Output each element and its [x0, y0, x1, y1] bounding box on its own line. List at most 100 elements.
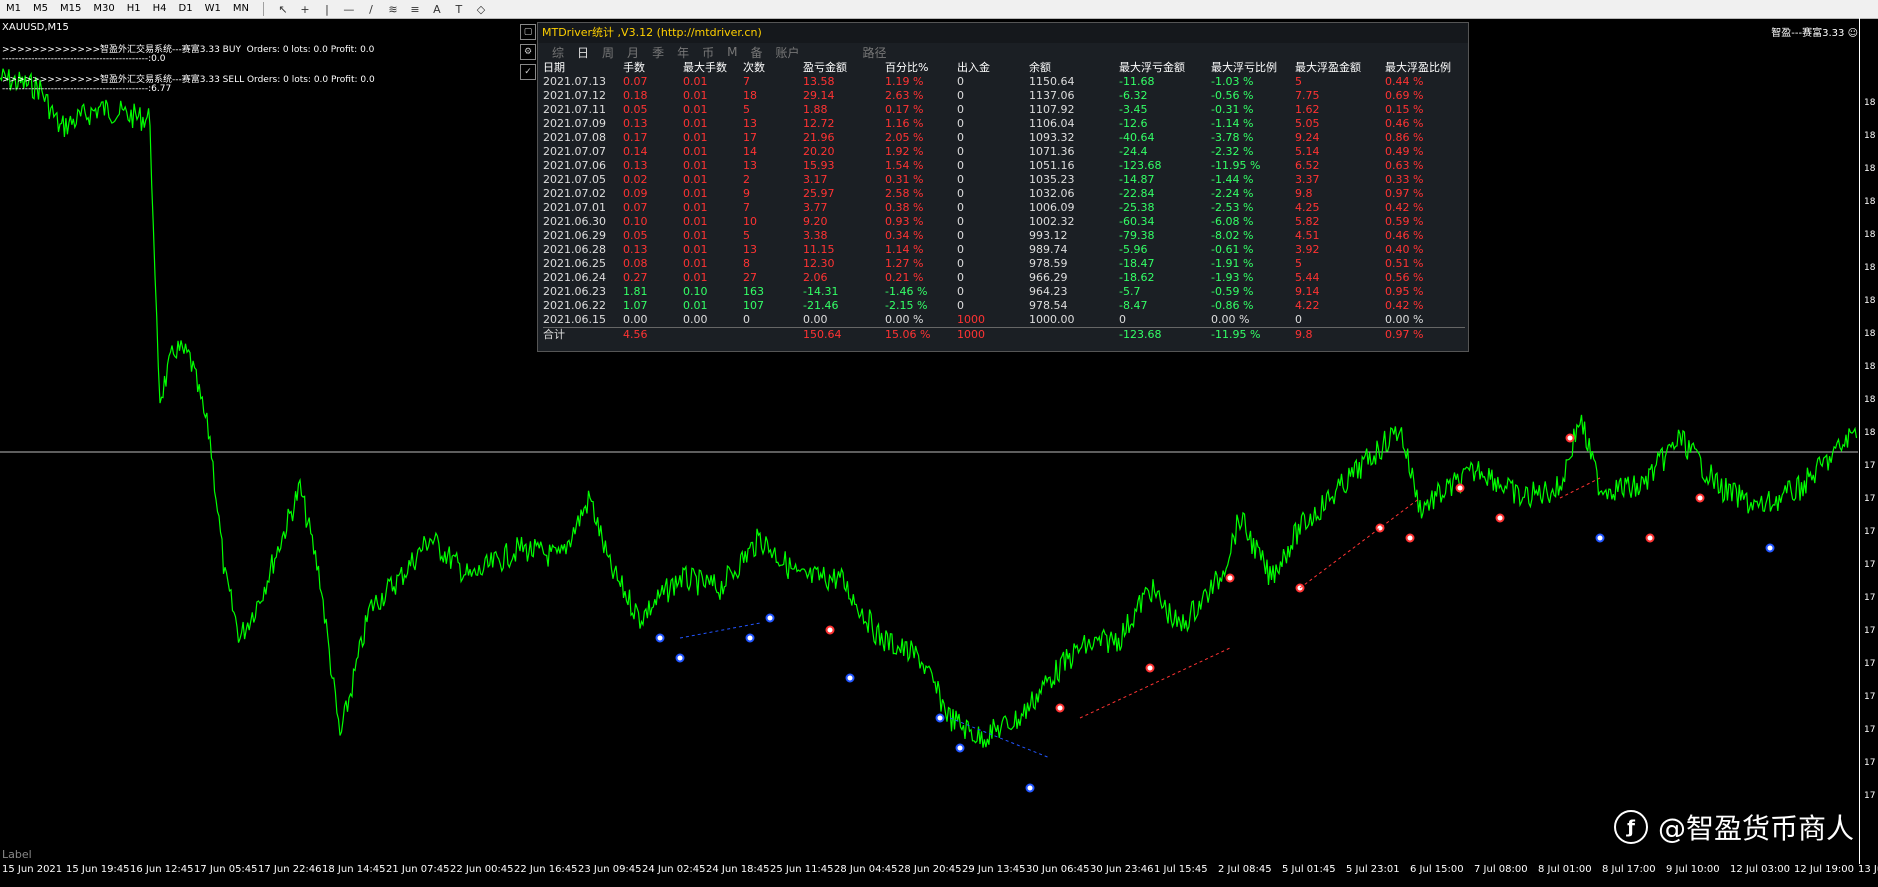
table-row[interactable]: 2021.07.07 0.14 0.01 14 20.20 1.92 % 0 1071.36 -… [543, 145, 1465, 159]
column-header: 最大浮盈金额 [1295, 61, 1361, 74]
table-cell: 0 [957, 173, 964, 186]
tab-1[interactable]: 日 [577, 44, 589, 61]
table-cell: 2021.07.11 [543, 103, 606, 116]
table-row[interactable]: 2021.07.06 0.13 0.01 13 15.93 1.54 % 0 1051.16 -… [543, 159, 1465, 173]
table-cell: 18 [743, 89, 757, 102]
price-tick-label: 18 [1864, 131, 1876, 141]
table-row[interactable]: 2021.07.13 0.07 0.01 7 13.58 1.19 % 0 1150.64 -1… [543, 75, 1465, 89]
table-row[interactable]: 2021.07.01 0.07 0.01 7 3.77 0.38 % 0 1006.09 -25… [543, 201, 1465, 215]
table-row[interactable]: 2021.07.12 0.18 0.01 18 29.14 2.63 % 0 1137.06 -… [543, 89, 1465, 103]
time-tick-label: 29 Jun 13:45 [962, 864, 1026, 875]
settings-icon[interactable]: ⚙ [520, 44, 536, 60]
table-cell: 0.01 [683, 271, 708, 284]
time-tick-label: 2 Jul 08:45 [1218, 864, 1272, 875]
table-cell: 1.19 % [885, 75, 924, 88]
tab-10[interactable]: 路径 [863, 44, 887, 61]
trade-link-line [1299, 497, 1421, 589]
tab-5[interactable]: 年 [677, 44, 689, 61]
tab-8[interactable]: 备 [750, 44, 762, 61]
trade-marker [675, 653, 685, 663]
table-row[interactable]: 2021.06.23 1.81 0.10 163 -14.31 -1.46 % 0 964.2… [543, 285, 1465, 299]
timeframe-m30[interactable]: M30 [87, 0, 120, 18]
text-icon[interactable]: A [426, 0, 448, 18]
tab-7[interactable]: M [727, 45, 737, 59]
ea-label: 智盈---赛富3.33 ☺ [1771, 28, 1858, 39]
label-icon[interactable]: T [448, 0, 470, 18]
timeframe-d1[interactable]: D1 [173, 0, 199, 18]
price-tick-label: 18 [1864, 263, 1876, 273]
timeframe-m15[interactable]: M15 [54, 0, 87, 18]
table-row[interactable]: 2021.07.09 0.13 0.01 13 12.72 1.16 % 0 1106.04 -… [543, 117, 1465, 131]
table-cell: 964.23 [1029, 285, 1068, 298]
fibo-icon[interactable]: ≋ [382, 0, 404, 18]
table-cell: -8.02 % [1211, 229, 1254, 242]
table-cell: 0.40 % [1385, 243, 1424, 256]
table-cell: 2 [743, 173, 750, 186]
table-cell: 0 [957, 243, 964, 256]
table-row[interactable]: 2021.07.02 0.09 0.01 9 25.97 2.58 % 0 1032.06 -2… [543, 187, 1465, 201]
timeframe-h4[interactable]: H4 [147, 0, 173, 18]
timeframe-mn[interactable]: MN [227, 0, 255, 18]
table-cell: 4.25 [1295, 201, 1320, 214]
shapes-icon[interactable]: ◇ [470, 0, 492, 18]
timeframe-m1[interactable]: M1 [0, 0, 27, 18]
total-cell: -123.68 [1119, 328, 1162, 341]
table-cell: 1.81 [623, 285, 648, 298]
table-row[interactable]: 2021.06.28 0.13 0.01 13 11.15 1.14 % 0 989.74 -5… [543, 243, 1465, 257]
tab-0[interactable]: 综 [552, 44, 564, 61]
hline-icon[interactable]: — [338, 0, 360, 18]
table-cell: -2.15 % [885, 299, 928, 312]
table-cell: 2021.07.12 [543, 89, 606, 102]
table-cell: 0.93 % [885, 215, 924, 228]
total-row: 合计 4.56 150.64 15.06 % 1000 -123.68 -11.95 % 9.… [543, 327, 1465, 343]
time-tick-label: 22 Jun 00:45 [450, 864, 514, 875]
table-cell: 29.14 [803, 89, 835, 102]
table-row[interactable]: 2021.07.08 0.17 0.01 17 21.96 2.05 % 0 1093.32 -… [543, 131, 1465, 145]
table-cell: 1093.32 [1029, 131, 1075, 144]
trade-marker [1145, 663, 1155, 673]
trade-marker [1645, 533, 1655, 543]
timeframe-h1[interactable]: H1 [121, 0, 147, 18]
time-tick-label: 17 Jun 05:45 [194, 864, 258, 875]
table-cell: 0.97 % [1385, 187, 1424, 200]
trendline-icon[interactable]: / [360, 0, 382, 18]
time-tick-label: 6 Jul 15:00 [1410, 864, 1464, 875]
table-cell: 966.29 [1029, 271, 1068, 284]
collapse-icon[interactable]: ▢ [520, 24, 536, 40]
table-cell: 21.96 [803, 131, 835, 144]
tab-3[interactable]: 月 [627, 44, 639, 61]
table-row[interactable]: 2021.06.22 1.07 0.01 107 -21.46 -2.15 % 0 978.5… [543, 299, 1465, 313]
table-cell: 0 [957, 201, 964, 214]
total-cell: -11.95 % [1211, 328, 1261, 341]
table-cell: 0.42 % [1385, 299, 1424, 312]
table-cell: 1002.32 [1029, 215, 1075, 228]
table-row[interactable]: 2021.06.24 0.27 0.01 27 2.06 0.21 % 0 966.29 -18… [543, 271, 1465, 285]
table-row[interactable]: 2021.07.11 0.05 0.01 5 1.88 0.17 % 0 1107.92 -3.… [543, 103, 1465, 117]
table-row[interactable]: 2021.06.15 0.00 0.00 0 0.00 0.00 % 1000 1000.00… [543, 313, 1465, 328]
table-cell: 0 [957, 117, 964, 130]
total-cell: 15.06 % [885, 328, 931, 341]
total-cell: 0.97 % [1385, 328, 1424, 341]
table-cell: -1.93 % [1211, 271, 1254, 284]
time-axis: 15 Jun 2021 15 Jun 19:45 16 Jun 12:45 17 Ju… [0, 864, 1878, 880]
table-cell: 0.01 [683, 89, 708, 102]
crosshair-icon[interactable]: + [294, 0, 316, 18]
table-cell: 0.13 [623, 159, 648, 172]
check-icon[interactable]: ✓ [520, 64, 536, 80]
table-row[interactable]: 2021.06.29 0.05 0.01 5 3.38 0.34 % 0 993.12 -79.… [543, 229, 1465, 243]
timeframe-m5[interactable]: M5 [27, 0, 54, 18]
channel-icon[interactable]: ≡ [404, 0, 426, 18]
trade-marker [655, 633, 665, 643]
price-tick-label: 18 [1864, 395, 1876, 405]
table-row[interactable]: 2021.06.30 0.10 0.01 10 9.20 0.93 % 0 1002.32 -6… [543, 215, 1465, 229]
tab-6[interactable]: 币 [702, 44, 714, 61]
vline-icon[interactable]: | [316, 0, 338, 18]
table-cell: 2021.07.07 [543, 145, 606, 158]
tab-4[interactable]: 季 [652, 44, 664, 61]
tab-9[interactable]: 账户 [775, 44, 799, 61]
tab-2[interactable]: 周 [602, 44, 614, 61]
table-row[interactable]: 2021.06.25 0.08 0.01 8 12.30 1.27 % 0 978.59 -18… [543, 257, 1465, 271]
cursor-icon[interactable]: ↖ [272, 0, 294, 18]
timeframe-w1[interactable]: W1 [199, 0, 227, 18]
table-row[interactable]: 2021.07.05 0.02 0.01 2 3.17 0.31 % 0 1035.23 -14… [543, 173, 1465, 187]
